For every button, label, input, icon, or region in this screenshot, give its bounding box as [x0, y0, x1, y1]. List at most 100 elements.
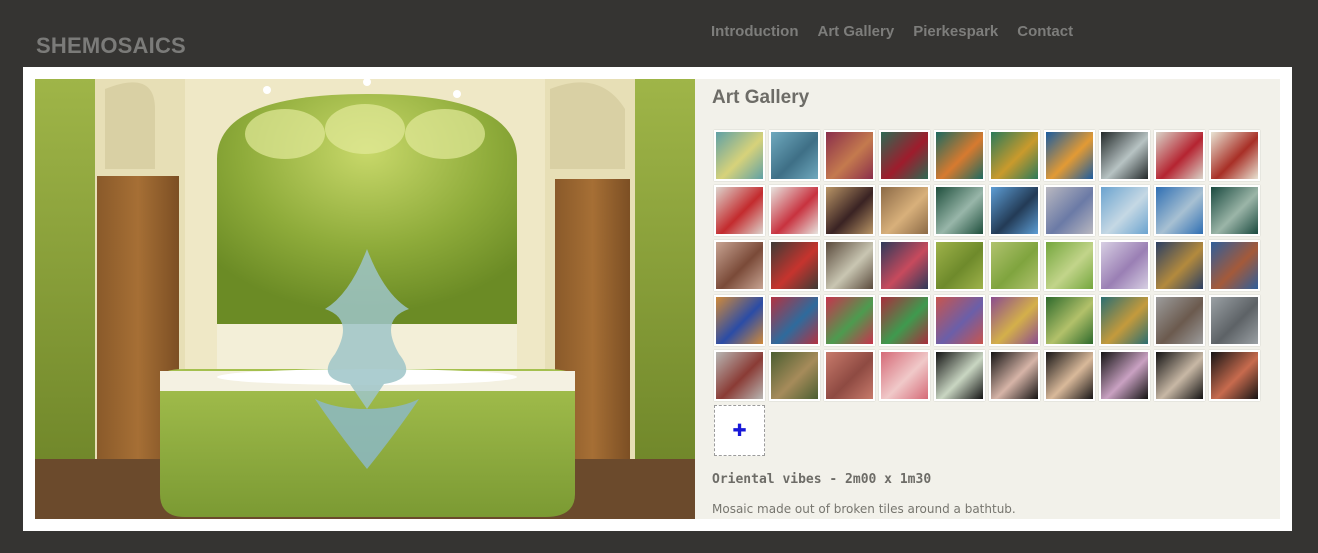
thumbnail-image — [771, 352, 818, 399]
nav-art-gallery[interactable]: Art Gallery — [817, 23, 894, 40]
thumbnail-image — [991, 187, 1038, 234]
gallery-thumbnail[interactable] — [824, 295, 875, 346]
thumbnail-image — [1156, 297, 1203, 344]
thumbnail-image — [826, 187, 873, 234]
thumbnail-image — [881, 297, 928, 344]
gallery-thumbnail[interactable] — [769, 185, 820, 236]
gallery-thumbnail[interactable] — [1154, 130, 1205, 181]
thumbnail-image — [881, 187, 928, 234]
thumbnail-image — [1211, 297, 1258, 344]
thumbnail-image — [716, 132, 763, 179]
thumbnail-image — [1156, 132, 1203, 179]
gallery-thumbnail[interactable] — [769, 240, 820, 291]
gallery-thumbnail[interactable] — [1209, 240, 1260, 291]
gallery-thumbnail[interactable] — [1209, 295, 1260, 346]
thumbnail-image — [1211, 242, 1258, 289]
gallery-thumbnail[interactable] — [1154, 240, 1205, 291]
gallery-thumbnail[interactable] — [714, 295, 765, 346]
thumbnail-image — [1211, 187, 1258, 234]
gallery-thumbnail[interactable] — [989, 130, 1040, 181]
thumbnail-image — [936, 297, 983, 344]
gallery-thumbnail[interactable] — [1044, 185, 1095, 236]
thumbnail-image — [771, 132, 818, 179]
gallery-thumbnail[interactable] — [934, 350, 985, 401]
thumbnail-image — [1046, 132, 1093, 179]
gallery-thumbnail[interactable] — [769, 130, 820, 181]
thumbnail-image — [826, 352, 873, 399]
thumbnail-image — [881, 352, 928, 399]
gallery-thumbnail[interactable] — [879, 240, 930, 291]
gallery-thumbnail[interactable] — [1209, 185, 1260, 236]
gallery-thumbnail[interactable] — [824, 240, 875, 291]
gallery-thumbnail[interactable] — [714, 130, 765, 181]
thumbnail-image — [826, 297, 873, 344]
gallery-thumbnail[interactable] — [714, 185, 765, 236]
gallery-thumbnail[interactable] — [989, 350, 1040, 401]
gallery-panel: Art Gallery ✚ Oriental vibes - 2m00 x 1m… — [695, 79, 1280, 519]
thumbnail-image — [881, 242, 928, 289]
thumbnail-image — [1156, 352, 1203, 399]
gallery-thumbnail[interactable] — [989, 295, 1040, 346]
gallery-thumbnail[interactable] — [714, 240, 765, 291]
gallery-thumbnail[interactable] — [824, 185, 875, 236]
thumbnail-image — [716, 297, 763, 344]
gallery-thumbnail[interactable] — [1154, 185, 1205, 236]
thumbnail-image — [936, 132, 983, 179]
thumbnail-image — [1101, 132, 1148, 179]
gallery-thumbnail[interactable] — [769, 350, 820, 401]
gallery-thumbnail[interactable] — [934, 130, 985, 181]
gallery-thumbnail[interactable] — [1044, 350, 1095, 401]
more-thumbnails-button[interactable]: ✚ — [714, 405, 765, 456]
thumbnail-image — [716, 187, 763, 234]
gallery-thumbnail[interactable] — [989, 240, 1040, 291]
gallery-thumbnail[interactable] — [1209, 130, 1260, 181]
gallery-thumbnail[interactable] — [769, 295, 820, 346]
gallery-thumbnail[interactable] — [879, 130, 930, 181]
thumbnail-image — [1211, 352, 1258, 399]
thumbnail-image — [826, 132, 873, 179]
nav-pierkespark[interactable]: Pierkespark — [913, 23, 998, 40]
thumbnail-image — [716, 352, 763, 399]
gallery-thumbnail[interactable] — [714, 350, 765, 401]
gallery-thumbnail[interactable] — [1044, 130, 1095, 181]
content-frame: Art Gallery ✚ Oriental vibes - 2m00 x 1m… — [23, 67, 1292, 531]
thumbnail-image — [991, 297, 1038, 344]
gallery-thumbnail[interactable] — [934, 185, 985, 236]
thumbnail-image — [1046, 242, 1093, 289]
thumbnail-image — [1101, 352, 1148, 399]
gallery-thumbnail[interactable] — [824, 130, 875, 181]
gallery-thumbnail[interactable] — [1099, 130, 1150, 181]
plus-icon: ✚ — [732, 420, 747, 441]
gallery-thumbnail[interactable] — [1099, 295, 1150, 346]
gallery-thumbnail[interactable] — [934, 240, 985, 291]
thumbnail-image — [1101, 187, 1148, 234]
gallery-thumbnail[interactable] — [1044, 295, 1095, 346]
site-title[interactable]: SHEMOSAICS — [36, 33, 186, 59]
gallery-thumbnail[interactable] — [1099, 240, 1150, 291]
gallery-thumbnail[interactable] — [879, 350, 930, 401]
gallery-thumbnail[interactable] — [1099, 350, 1150, 401]
artwork-title: Oriental vibes - 2m00 x 1m30 — [712, 472, 932, 487]
gallery-thumbnail[interactable] — [879, 185, 930, 236]
thumbnail-image — [716, 242, 763, 289]
thumbnail-image — [1046, 297, 1093, 344]
nav-contact[interactable]: Contact — [1017, 23, 1073, 40]
thumbnail-image — [771, 187, 818, 234]
gallery-thumbnail[interactable] — [1154, 295, 1205, 346]
gallery-thumbnail[interactable] — [1209, 350, 1260, 401]
gallery-thumbnail[interactable] — [1044, 240, 1095, 291]
gallery-thumbnail[interactable] — [1099, 185, 1150, 236]
thumbnail-image — [881, 132, 928, 179]
gallery-thumbnail[interactable] — [989, 185, 1040, 236]
gallery-thumbnail[interactable] — [1154, 350, 1205, 401]
gallery-thumbnail[interactable] — [934, 295, 985, 346]
gallery-thumbnail[interactable] — [824, 350, 875, 401]
gallery-thumbnail[interactable] — [879, 295, 930, 346]
thumbnail-image — [991, 352, 1038, 399]
thumbnail-image — [1101, 297, 1148, 344]
nav-introduction[interactable]: Introduction — [711, 23, 798, 40]
artwork-description: Mosaic made out of broken tiles around a… — [712, 502, 1016, 516]
thumbnail-image — [1211, 132, 1258, 179]
thumbnail-image — [1156, 187, 1203, 234]
thumbnail-grid — [714, 130, 1260, 401]
